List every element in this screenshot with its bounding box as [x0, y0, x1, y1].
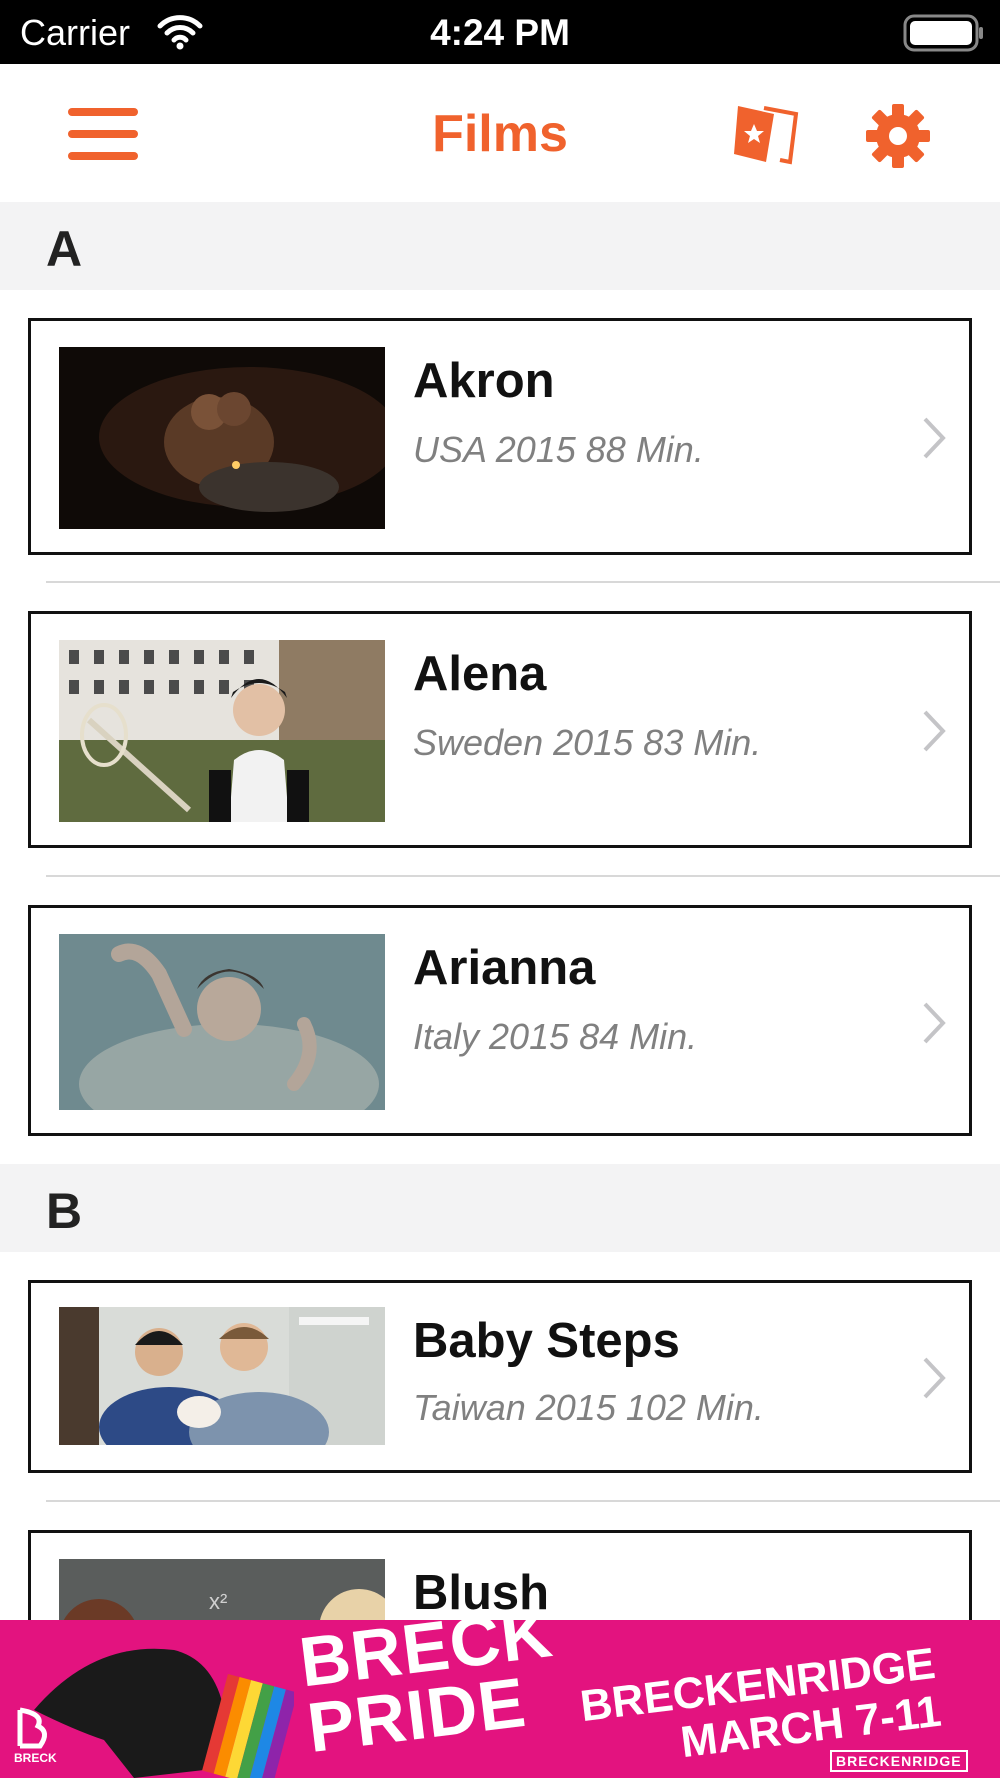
- baby-steps-still-image: [59, 1307, 385, 1445]
- akron-still-image: [59, 347, 385, 529]
- film-title: Blush: [413, 1566, 550, 1620]
- row-separator: [46, 581, 1000, 583]
- film-meta: Italy 2015 84 Min.: [413, 1016, 698, 1057]
- film-card-arianna[interactable]: Arianna Italy 2015 84 Min.: [28, 905, 972, 1136]
- film-meta: USA 2015 88 Min.: [413, 429, 704, 470]
- navigation-bar: Films: [0, 64, 1000, 202]
- chevron-right-icon: [923, 417, 946, 459]
- ad-sponsor-mark: BRECKENRIDGE: [830, 1750, 968, 1772]
- svg-text:x²: x²: [209, 1589, 227, 1614]
- section-letter: A: [46, 221, 83, 277]
- ad-headline: BRECK PRIDE: [295, 1620, 564, 1767]
- ad-banner[interactable]: BRECK BRECK PRIDE BRECKENRIDGE MARCH 7-1…: [0, 1620, 1000, 1778]
- film-thumbnail: [59, 1307, 385, 1445]
- film-card-akron[interactable]: Akron USA 2015 88 Min.: [28, 318, 972, 555]
- battery-icon: [903, 14, 983, 52]
- page-title: Films: [432, 105, 568, 163]
- films-screen: Carrier 4:24 PM Films A Akron USA 2015 8…: [0, 0, 1000, 1778]
- alena-still-image: [59, 640, 385, 822]
- section-header-a: A: [0, 202, 1000, 290]
- arianna-still-image: [59, 934, 385, 1110]
- svg-text:BRECK: BRECK: [14, 1751, 57, 1765]
- section-letter: B: [46, 1183, 83, 1239]
- film-thumbnail: [59, 640, 385, 822]
- chevron-right-icon: [923, 1002, 946, 1044]
- film-title: Akron: [413, 354, 555, 408]
- row-separator: [46, 875, 1000, 877]
- film-card-baby-steps[interactable]: Baby Steps Taiwan 2015 102 Min.: [28, 1280, 972, 1473]
- tickets-icon[interactable]: [734, 100, 802, 168]
- gear-icon[interactable]: [866, 104, 930, 168]
- row-separator: [46, 1500, 1000, 1502]
- status-bar: Carrier 4:24 PM: [0, 0, 1000, 64]
- chevron-right-icon: [923, 1357, 946, 1399]
- breck-logo: BRECK: [14, 1707, 57, 1765]
- chevron-right-icon: [923, 710, 946, 752]
- film-title: Alena: [413, 647, 547, 701]
- film-meta: Taiwan 2015 102 Min.: [413, 1387, 764, 1428]
- section-header-b: B: [0, 1164, 1000, 1252]
- status-time: 4:24 PM: [430, 12, 570, 53]
- film-title: Arianna: [413, 941, 596, 995]
- film-thumbnail: [59, 347, 385, 529]
- film-card-alena[interactable]: Alena Sweden 2015 83 Min.: [28, 611, 972, 848]
- film-thumbnail: [59, 934, 385, 1110]
- film-title: Baby Steps: [413, 1314, 680, 1368]
- film-meta: Sweden 2015 83 Min.: [413, 722, 762, 763]
